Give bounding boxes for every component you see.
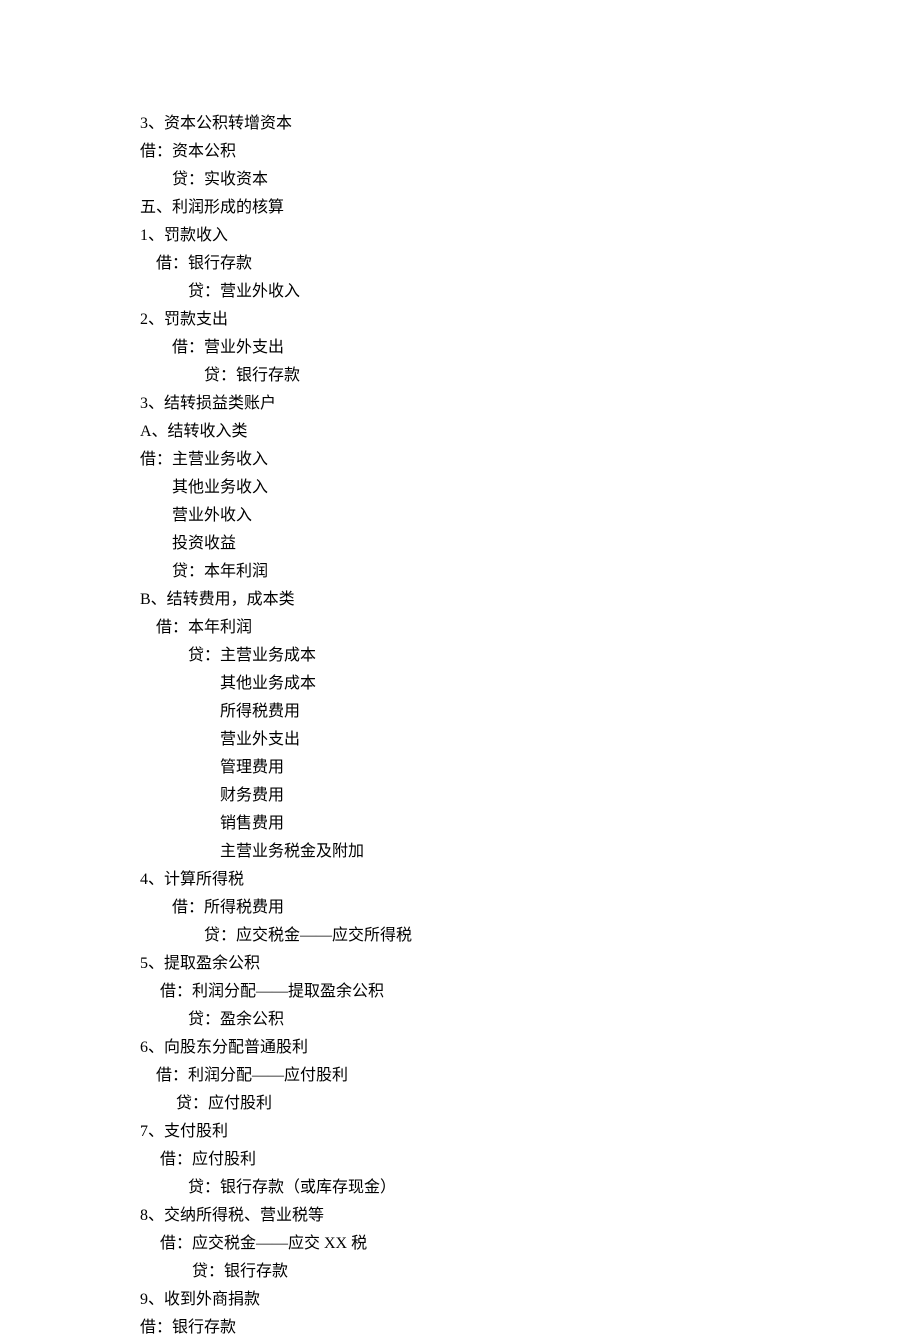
- text-line: 贷：银行存款: [140, 1258, 780, 1286]
- text-line: 五、利润形成的核算: [140, 194, 780, 222]
- text-line: 4、计算所得税: [140, 866, 780, 894]
- text-line: 借：应交税金——应交 XX 税: [140, 1230, 780, 1258]
- text-line: 3、结转损益类账户: [140, 390, 780, 418]
- text-line: 销售费用: [140, 810, 780, 838]
- text-line: 5、提取盈余公积: [140, 950, 780, 978]
- text-line: 借：应付股利: [140, 1146, 780, 1174]
- text-line: 9、收到外商捐款: [140, 1286, 780, 1314]
- text-line: 1、罚款收入: [140, 222, 780, 250]
- text-line: 8、交纳所得税、营业税等: [140, 1202, 780, 1230]
- text-line: 6、向股东分配普通股利: [140, 1034, 780, 1062]
- text-line: 营业外收入: [140, 502, 780, 530]
- text-line: 借：营业外支出: [140, 334, 780, 362]
- text-line: 3、资本公积转增资本: [140, 110, 780, 138]
- text-line: 营业外支出: [140, 726, 780, 754]
- text-line: 贷：营业外收入: [140, 278, 780, 306]
- text-line: 借：银行存款: [140, 250, 780, 278]
- text-line: 7、支付股利: [140, 1118, 780, 1146]
- text-line: 借：银行存款: [140, 1314, 780, 1342]
- text-line: 贷：主营业务成本: [140, 642, 780, 670]
- text-line: 主营业务税金及附加: [140, 838, 780, 866]
- text-line: 贷：本年利润: [140, 558, 780, 586]
- text-line: 借：利润分配——提取盈余公积: [140, 978, 780, 1006]
- text-line: 借：资本公积: [140, 138, 780, 166]
- text-line: 贷：盈余公积: [140, 1006, 780, 1034]
- text-line: 所得税费用: [140, 698, 780, 726]
- text-line: 管理费用: [140, 754, 780, 782]
- text-line: 贷：银行存款: [140, 362, 780, 390]
- text-line: A、结转收入类: [140, 418, 780, 446]
- text-line: 贷：应付股利: [140, 1090, 780, 1118]
- text-line: 其他业务收入: [140, 474, 780, 502]
- text-line: 其他业务成本: [140, 670, 780, 698]
- text-line: 贷：实收资本: [140, 166, 780, 194]
- text-line: 借：本年利润: [140, 614, 780, 642]
- text-line: 借：所得税费用: [140, 894, 780, 922]
- text-line: 2、罚款支出: [140, 306, 780, 334]
- document-body: 3、资本公积转增资本借：资本公积 贷：实收资本五、利润形成的核算1、罚款收入 借…: [140, 110, 780, 1342]
- text-line: 财务费用: [140, 782, 780, 810]
- text-line: 借：主营业务收入: [140, 446, 780, 474]
- text-line: 投资收益: [140, 530, 780, 558]
- text-line: B、结转费用，成本类: [140, 586, 780, 614]
- text-line: 借：利润分配——应付股利: [140, 1062, 780, 1090]
- text-line: 贷：应交税金——应交所得税: [140, 922, 780, 950]
- document-page: 3、资本公积转增资本借：资本公积 贷：实收资本五、利润形成的核算1、罚款收入 借…: [0, 0, 920, 1342]
- text-line: 贷：银行存款（或库存现金）: [140, 1174, 780, 1202]
